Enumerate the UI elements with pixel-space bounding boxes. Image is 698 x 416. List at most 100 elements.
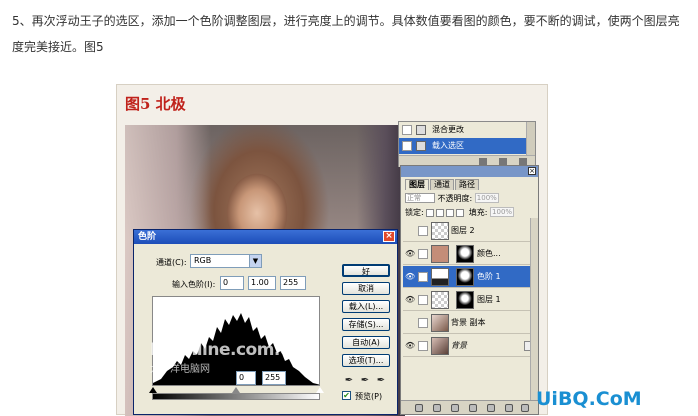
eye-icon[interactable]: 👁 — [405, 249, 415, 259]
output-levels-label: 输出色阶(O): — [192, 375, 240, 384]
link-layers-icon[interactable] — [415, 404, 423, 412]
visibility-toggle[interactable] — [405, 318, 415, 328]
black-eyedropper-icon[interactable]: ✒ — [344, 375, 354, 387]
preview-label: 预览(P) — [355, 392, 383, 401]
lock-position-icon[interactable] — [446, 208, 455, 217]
layer-thumbnail — [431, 222, 449, 240]
lock-label: 锁定: — [405, 208, 424, 217]
link-box[interactable] — [418, 272, 428, 282]
layer-mask-thumbnail — [456, 268, 474, 286]
layer-name: 图层 2 — [451, 226, 475, 235]
levels-adjustment-icon — [431, 268, 449, 286]
new-set-icon[interactable] — [469, 404, 477, 412]
layer-thumbnail — [431, 337, 449, 355]
layer-row-background-copy[interactable]: 背景 副本 — [403, 312, 536, 334]
new-adjustment-layer-icon[interactable] — [487, 404, 495, 412]
input-gamma-field[interactable]: 1.00 — [248, 276, 276, 290]
tab-layers[interactable]: 图层 — [405, 179, 429, 190]
layer-name: 图层 1 — [477, 295, 501, 304]
gray-eyedropper-icon[interactable]: ✒ — [360, 375, 370, 387]
layer-name: 色阶 1 — [477, 272, 501, 281]
output-gradient — [152, 393, 320, 400]
blend-row: 正常 不透明度: 100% — [405, 193, 535, 204]
input-white-field[interactable]: 255 — [280, 276, 306, 290]
lock-row: 锁定: 填充: 100% — [405, 207, 535, 218]
history-scrollbar[interactable] — [526, 122, 535, 155]
auto-button[interactable]: 自动(A) — [342, 336, 390, 349]
layer-thumbnail — [431, 291, 449, 309]
history-item-blend[interactable]: 混合更改 — [399, 122, 526, 138]
layers-tabs: 图层 通道 路径 — [405, 179, 480, 190]
close-button[interactable]: × — [383, 231, 395, 242]
layer-row-color[interactable]: 👁 颜色... — [403, 243, 536, 265]
save-button[interactable]: 存储(S)... — [342, 318, 390, 331]
visibility-toggle[interactable] — [405, 226, 415, 236]
black-point-slider[interactable] — [149, 387, 157, 393]
history-item-load-selection[interactable]: 载入选区 — [399, 138, 526, 154]
options-button[interactable]: 选项(T)... — [342, 354, 390, 367]
watermark: PConline.com.cn — [150, 340, 302, 360]
lock-transparency-icon[interactable] — [426, 208, 435, 217]
history-item-label: 载入选区 — [432, 141, 464, 150]
white-point-slider[interactable] — [316, 387, 324, 393]
link-box[interactable] — [418, 295, 428, 305]
layer-row-layer-2[interactable]: 图层 2 — [403, 220, 536, 242]
output-white-field[interactable]: 255 — [262, 371, 286, 385]
cancel-button[interactable]: 取消 — [342, 282, 390, 295]
output-black-field[interactable]: 0 — [236, 371, 256, 385]
tab-paths[interactable]: 路径 — [455, 179, 479, 190]
lock-all-icon[interactable] — [456, 208, 465, 217]
link-box[interactable] — [418, 226, 428, 236]
new-document-icon[interactable] — [479, 158, 487, 165]
layer-row-layer-1[interactable]: 👁 图层 1 — [403, 289, 536, 311]
preview-checkbox[interactable]: ✔ — [342, 391, 351, 400]
add-mask-icon[interactable] — [451, 404, 459, 412]
levels-titlebar: 色阶 × — [134, 230, 397, 244]
ok-button[interactable]: 好 — [342, 264, 390, 277]
layer-row-background[interactable]: 👁 背景 — [403, 335, 536, 357]
intro-line-1: 5、再次浮动王子的选区，添加一个色阶调整图层，进行亮度上的调节。具体数值要看图的… — [12, 14, 680, 28]
chevron-down-icon[interactable]: ▼ — [249, 255, 261, 267]
tab-channels[interactable]: 通道 — [430, 179, 454, 190]
layer-name: 背景 副本 — [451, 318, 486, 327]
history-checkbox[interactable] — [402, 141, 412, 151]
link-box[interactable] — [418, 318, 428, 328]
figure-title: 图5 北极 — [125, 95, 186, 113]
opacity-input[interactable]: 100% — [474, 193, 499, 203]
fill-input[interactable]: 100% — [490, 207, 515, 217]
layers-scrollbar[interactable] — [530, 218, 538, 400]
history-item-label: 混合更改 — [432, 125, 464, 134]
watermark-sub: 太平洋电脑网 — [150, 364, 210, 375]
layer-mask-thumbnail — [456, 245, 474, 263]
levels-dialog: 色阶 × 通道(C): RGB ▼ 输入色阶(I): 0 1.00 255 输出… — [133, 229, 398, 415]
input-levels-label: 输入色阶(I): — [172, 280, 216, 289]
lock-image-icon[interactable] — [436, 208, 445, 217]
eye-icon[interactable]: 👁 — [405, 272, 415, 282]
channel-value: RGB — [194, 256, 212, 265]
new-snapshot-icon[interactable] — [499, 158, 507, 165]
link-box[interactable] — [418, 341, 428, 351]
blend-mode-select[interactable]: 正常 — [405, 193, 435, 203]
eye-icon[interactable]: 👁 — [405, 341, 415, 351]
site-logo-text: UiBQ.CoM — [536, 388, 642, 410]
trash-icon[interactable] — [519, 158, 527, 165]
history-checkbox[interactable] — [402, 125, 412, 135]
layer-style-icon[interactable] — [433, 404, 441, 412]
layer-row-levels[interactable]: 👁 色阶 1 — [403, 266, 536, 288]
layers-footer — [401, 400, 538, 414]
close-icon[interactable]: × — [528, 167, 536, 175]
white-eyedropper-icon[interactable]: ✒ — [376, 375, 386, 387]
channel-select[interactable]: RGB ▼ — [190, 254, 262, 268]
load-button[interactable]: 载入(L)... — [342, 300, 390, 313]
opacity-label: 不透明度: — [437, 194, 473, 203]
layer-mask-thumbnail — [456, 291, 474, 309]
site-logo: UiBQ.CoM — [536, 386, 696, 414]
gamma-slider[interactable] — [232, 387, 240, 393]
input-black-field[interactable]: 0 — [220, 276, 244, 290]
history-step-icon — [416, 125, 426, 135]
trash-icon[interactable] — [521, 404, 529, 412]
link-box[interactable] — [418, 249, 428, 259]
layer-thumbnail — [431, 314, 449, 332]
eye-icon[interactable]: 👁 — [405, 295, 415, 305]
new-layer-icon[interactable] — [505, 404, 513, 412]
